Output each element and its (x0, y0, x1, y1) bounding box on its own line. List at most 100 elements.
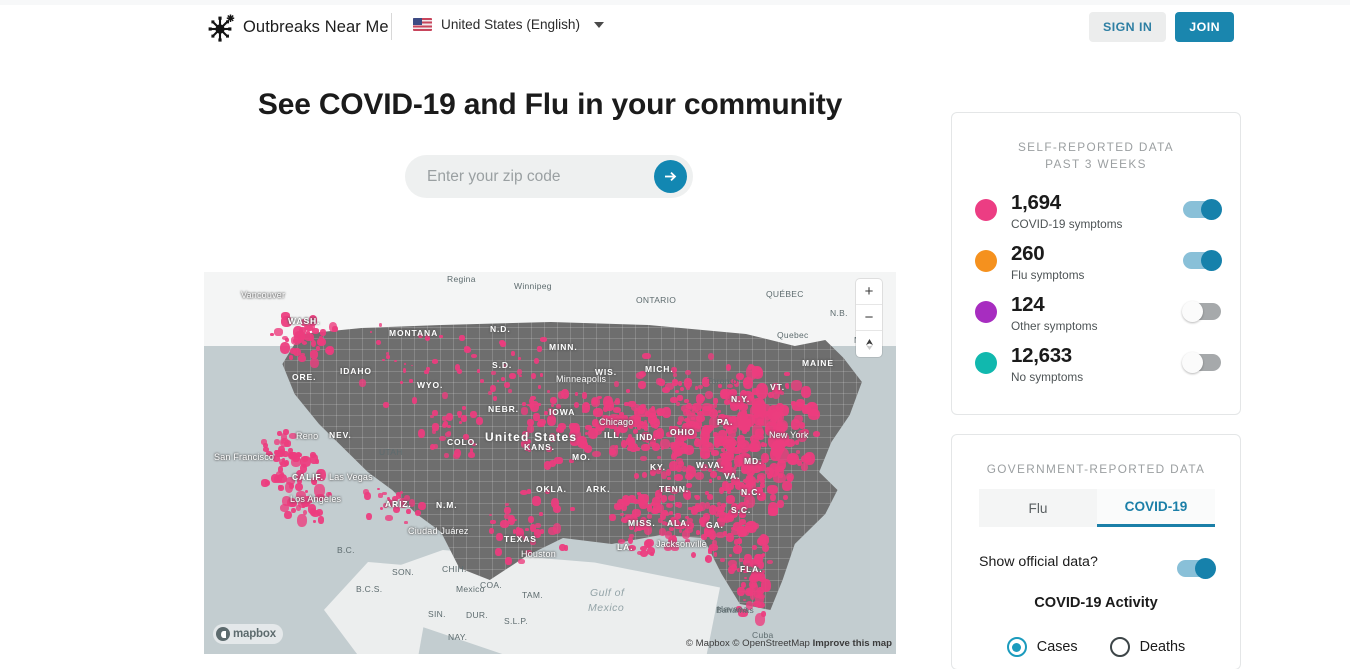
map-hotspot (500, 520, 509, 529)
map-hotspot (657, 455, 661, 459)
self-reported-title-line1: SELF-REPORTED DATA (1017, 140, 1175, 154)
brand[interactable]: Outbreaks Near Me (205, 9, 389, 45)
map-hotspot (384, 514, 393, 521)
activity-title: COVID-19 Activity (1034, 595, 1158, 611)
legend-row: 12,633 No symptoms (975, 344, 1221, 395)
map-hotspot (300, 352, 305, 357)
map-label: Las Vegas (329, 472, 373, 482)
map-hotspot (757, 474, 764, 482)
map-hotspot (582, 392, 588, 399)
legend-toggle[interactable] (1182, 301, 1221, 322)
map-hotspot (527, 403, 530, 407)
map-hotspot (496, 379, 500, 382)
map-zoom-in-button[interactable]: + (856, 279, 882, 305)
map-label: TEXAS (504, 534, 537, 544)
radio-button-icon (1006, 637, 1027, 657)
map-label: DUR. (466, 610, 488, 620)
join-button[interactable]: JOIN (1175, 12, 1234, 42)
legend-label: No symptoms (1011, 370, 1084, 384)
tab-covid-19[interactable]: COVID-19 (1097, 489, 1215, 527)
legend-count: 12,633 (1011, 344, 1072, 367)
government-reported-title: GOVERNMENT-REPORTED DATA (986, 462, 1206, 476)
map-hotspot (289, 355, 294, 360)
legend-color-dot (975, 301, 997, 323)
activity-metric-radio-group: Cases Deaths (952, 637, 1240, 657)
tab-flu[interactable]: Flu (979, 489, 1097, 527)
map-label: TAM. (522, 590, 543, 600)
map-hotspot (754, 414, 758, 418)
legend-toggle[interactable] (1182, 352, 1221, 373)
map-hotspot (684, 472, 693, 481)
map-hotspot (673, 380, 678, 385)
map-hotspot (480, 379, 485, 383)
map-compass-button[interactable] (856, 331, 882, 357)
mapbox-logo[interactable]: mapbox (213, 624, 283, 644)
zip-code-input[interactable] (405, 167, 654, 186)
map-hotspot (414, 509, 422, 516)
map-label: Jacksonville (656, 539, 707, 549)
legend-row: 124 Other symptoms (975, 293, 1221, 344)
map-hotspot (753, 523, 759, 530)
map-hotspot (273, 328, 283, 336)
map-label: CHIH. (442, 564, 467, 574)
map-hotspot (382, 402, 389, 408)
locale-selector[interactable]: United States (English) (413, 17, 605, 32)
map-label: VT. (770, 382, 785, 392)
map-hotspot (620, 512, 624, 517)
map-hotspot (290, 348, 296, 355)
map-hotspot (756, 418, 763, 424)
map-hotspot (687, 507, 692, 511)
map-hotspot (738, 519, 746, 525)
outbreak-map[interactable]: Vancouver Regina Winnipeg ONTARIO QUÉBEC Queb… (204, 272, 896, 654)
improve-map-link[interactable]: Improve this map (813, 638, 892, 649)
map-hotspot (273, 438, 280, 446)
map-hotspot (593, 408, 604, 417)
map-hotspot (503, 381, 511, 388)
map-hotspot (358, 378, 366, 387)
legend-toggle[interactable] (1183, 250, 1222, 271)
map-zoom-out-button[interactable]: − (856, 305, 882, 331)
radio-deaths[interactable]: Deaths (1109, 637, 1185, 657)
map-hotspot (649, 417, 660, 429)
map-hotspot (800, 454, 812, 463)
map-hotspot (527, 515, 534, 524)
map-hotspot (628, 401, 636, 408)
map-label: LA. (617, 542, 634, 552)
legend-label: COVID-19 symptoms (1011, 217, 1123, 231)
brand-name: Outbreaks Near Me (243, 17, 389, 36)
map-label: IND. (636, 432, 657, 442)
radio-cases[interactable]: Cases (1006, 637, 1078, 657)
zip-submit-button[interactable] (654, 160, 687, 193)
map-hotspot (769, 494, 776, 502)
map-hotspot (382, 491, 387, 496)
map-label: N.Y. (731, 394, 751, 404)
map-hotspot (752, 388, 760, 395)
map-label: S.C. (731, 505, 752, 515)
map-hotspot (662, 386, 671, 393)
map-hotspot (317, 516, 324, 524)
government-reported-data-card: GOVERNMENT-REPORTED DATA Flu COVID-19 Sho… (951, 434, 1241, 669)
map-label: NEBR. (488, 404, 519, 414)
legend-toggle[interactable] (1183, 199, 1222, 220)
map-label: FLA. (740, 564, 763, 574)
arrow-right-icon (665, 171, 677, 182)
map-hotspot (518, 374, 522, 378)
map-hotspot (385, 351, 390, 355)
map-hotspot (261, 479, 270, 487)
show-official-data-toggle[interactable] (1177, 558, 1216, 579)
map-hotspot (578, 438, 584, 444)
map-hotspot (432, 423, 439, 431)
map-hotspot (328, 321, 338, 332)
map-hotspot (299, 331, 306, 336)
map-hotspot (765, 466, 770, 470)
map-hotspot (782, 480, 793, 492)
sign-in-button[interactable]: SIGN IN (1088, 12, 1167, 42)
map-hotspot (639, 455, 647, 462)
map-label: ORE. (292, 372, 317, 382)
legend-row: 1,694 COVID-19 symptoms (975, 191, 1222, 242)
legend-count: 124 (1011, 293, 1045, 316)
mapbox-wordmark: mapbox (233, 628, 276, 640)
map-hotspot (743, 414, 748, 420)
map-hotspot (708, 505, 717, 515)
map-hotspot (716, 531, 725, 538)
